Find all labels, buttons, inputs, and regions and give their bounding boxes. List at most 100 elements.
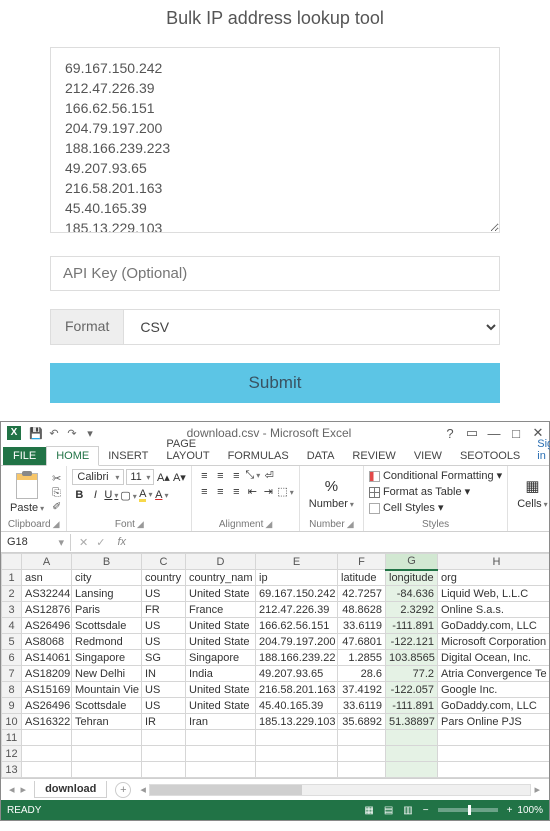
fill-color-icon[interactable]: A xyxy=(139,488,153,502)
cells-button[interactable]: ▦ Cells xyxy=(513,477,550,510)
tab-formulas[interactable]: FORMULAS xyxy=(219,447,298,465)
cell[interactable] xyxy=(256,762,338,778)
cell-styles-button[interactable]: Cell Styles ▾ xyxy=(369,501,444,515)
cell[interactable]: GoDaddy.com, LLC xyxy=(438,618,550,634)
cell[interactable]: AS32244 xyxy=(22,586,72,602)
cell[interactable]: United State xyxy=(186,682,256,698)
cell[interactable]: 28.6 xyxy=(338,666,386,682)
format-select[interactable]: CSV xyxy=(123,309,500,345)
zoom-level[interactable]: 100% xyxy=(517,805,543,816)
align-left-icon[interactable]: ≡ xyxy=(197,486,211,498)
cell[interactable]: Google Inc. xyxy=(438,682,550,698)
cell[interactable]: IN xyxy=(142,666,186,682)
cell[interactable] xyxy=(338,730,386,746)
row-header[interactable]: 13 xyxy=(2,762,22,778)
col-header-G[interactable]: G xyxy=(386,554,438,570)
cell[interactable] xyxy=(142,746,186,762)
row-header[interactable]: 12 xyxy=(2,746,22,762)
cell[interactable]: US xyxy=(142,586,186,602)
row-header[interactable]: 5 xyxy=(2,634,22,650)
cell[interactable]: GoDaddy.com, LLC xyxy=(438,698,550,714)
formula-input[interactable] xyxy=(130,534,549,550)
tab-page-layout[interactable]: PAGE LAYOUT xyxy=(157,435,218,465)
cell[interactable] xyxy=(186,762,256,778)
cell[interactable]: France xyxy=(186,602,256,618)
cell[interactable]: Singapore xyxy=(72,650,142,666)
sign-in-link[interactable]: Sign in xyxy=(529,435,550,465)
cell[interactable]: -111.891 xyxy=(386,698,438,714)
cell[interactable]: asn xyxy=(22,570,72,586)
cell[interactable]: AS8068 xyxy=(22,634,72,650)
tab-review[interactable]: REVIEW xyxy=(343,447,404,465)
qat-save-icon[interactable]: 💾 xyxy=(27,427,45,440)
tab-insert[interactable]: INSERT xyxy=(99,447,157,465)
cell[interactable]: Scottsdale xyxy=(72,698,142,714)
view-normal-icon[interactable]: ▦ xyxy=(359,805,378,816)
number-format-button[interactable]: % Number xyxy=(305,478,358,510)
cell[interactable]: United State xyxy=(186,618,256,634)
cell[interactable]: FR xyxy=(142,602,186,618)
cell[interactable]: United State xyxy=(186,586,256,602)
name-box[interactable]: G18▾ xyxy=(1,534,71,551)
italic-icon[interactable]: I xyxy=(88,489,102,501)
cell[interactable]: AS18209 xyxy=(22,666,72,682)
add-sheet-button[interactable]: + xyxy=(115,782,131,798)
row-header[interactable]: 3 xyxy=(2,602,22,618)
sheet-nav-prev-icon[interactable]: ◂ xyxy=(9,783,15,796)
cell[interactable]: city xyxy=(72,570,142,586)
zoom-in-icon[interactable]: + xyxy=(502,805,518,816)
tab-seotools[interactable]: SEOTOOLS xyxy=(451,447,529,465)
row-header[interactable]: 4 xyxy=(2,618,22,634)
row-header[interactable]: 2 xyxy=(2,586,22,602)
cell[interactable]: US xyxy=(142,698,186,714)
cell[interactable] xyxy=(386,730,438,746)
cell[interactable]: US xyxy=(142,618,186,634)
wrap-text-icon[interactable]: ⏎ xyxy=(262,469,276,482)
cell[interactable]: 204.79.197.200 xyxy=(256,634,338,650)
cell[interactable]: 47.6801 xyxy=(338,634,386,650)
cell[interactable]: 42.7257 xyxy=(338,586,386,602)
maximize-icon[interactable]: □ xyxy=(505,426,527,441)
row-header[interactable]: 11 xyxy=(2,730,22,746)
zoom-out-icon[interactable]: − xyxy=(418,805,434,816)
cell[interactable]: org xyxy=(438,570,550,586)
cell[interactable]: Digital Ocean, Inc. xyxy=(438,650,550,666)
cell[interactable]: 37.4192 xyxy=(338,682,386,698)
cell[interactable]: Atria Convergence Te xyxy=(438,666,550,682)
copy-icon[interactable]: ⎘ xyxy=(52,487,61,500)
cell[interactable]: Mountain Vie xyxy=(72,682,142,698)
cell[interactable]: New Delhi xyxy=(72,666,142,682)
decrease-indent-icon[interactable]: ⇤ xyxy=(245,485,259,498)
cut-icon[interactable]: ✂ xyxy=(52,473,61,486)
cell[interactable] xyxy=(142,730,186,746)
accept-formula-icon[interactable]: ✓ xyxy=(96,536,105,549)
qat-customize-icon[interactable]: ▾ xyxy=(81,427,99,440)
cell[interactable]: SG xyxy=(142,650,186,666)
col-header-C[interactable]: C xyxy=(142,554,186,570)
col-header-F[interactable]: F xyxy=(338,554,386,570)
cell[interactable]: AS26496 xyxy=(22,698,72,714)
cell[interactable]: US xyxy=(142,634,186,650)
cell[interactable]: United State xyxy=(186,698,256,714)
cell[interactable]: Liquid Web, L.L.C xyxy=(438,586,550,602)
grow-font-icon[interactable]: A▴ xyxy=(156,471,170,484)
cell[interactable]: Online S.a.s. xyxy=(438,602,550,618)
cell[interactable] xyxy=(72,762,142,778)
align-top-icon[interactable]: ≡ xyxy=(197,470,211,482)
cell[interactable]: India xyxy=(186,666,256,682)
col-header-H[interactable]: H xyxy=(438,554,550,570)
cell[interactable]: -122.057 xyxy=(386,682,438,698)
cell[interactable]: IR xyxy=(142,714,186,730)
cell[interactable]: Scottsdale xyxy=(72,618,142,634)
view-pagebreak-icon[interactable]: ▥ xyxy=(398,805,417,816)
border-icon[interactable]: ▢ xyxy=(120,489,136,502)
cell[interactable]: AS15169 xyxy=(22,682,72,698)
cell[interactable]: AS14061 xyxy=(22,650,72,666)
cell[interactable] xyxy=(22,762,72,778)
sheet-nav-next-icon[interactable]: ▸ xyxy=(21,783,27,796)
cell[interactable]: Iran xyxy=(186,714,256,730)
format-painter-icon[interactable]: ✐ xyxy=(52,501,61,514)
help-icon[interactable]: ? xyxy=(439,426,461,441)
cell[interactable] xyxy=(256,730,338,746)
cell[interactable]: 188.166.239.22 xyxy=(256,650,338,666)
